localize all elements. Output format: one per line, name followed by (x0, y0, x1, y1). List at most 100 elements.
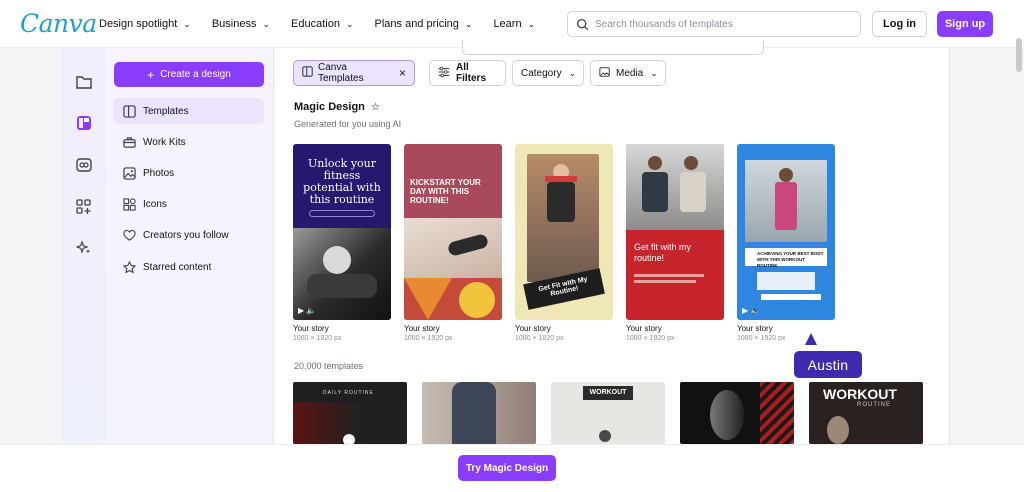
login-button[interactable]: Log in (872, 11, 927, 37)
search-box[interactable] (567, 11, 861, 37)
category-label: Category (521, 67, 562, 79)
template-count: 20,000 templates (294, 361, 364, 371)
template-card[interactable]: ACHIEVING YOUR BEST BODY WITH THIS WORKO… (737, 144, 835, 342)
thumbnail-headline: Unlock your fitness potential with this … (303, 157, 381, 206)
sidebar-item-photos[interactable]: Photos (114, 160, 264, 186)
grid-item-text: WORKOUT (823, 386, 897, 402)
star-outline-icon[interactable]: ☆ (371, 102, 380, 113)
card-title: Your story (404, 324, 440, 333)
category-dropdown[interactable]: Category ⌄ (512, 60, 584, 86)
brand-icon[interactable] (73, 154, 95, 176)
folder-icon[interactable] (73, 71, 95, 93)
sidebar-item-work-kits[interactable]: Work Kits (114, 129, 264, 155)
all-filters-button[interactable]: All Filters (429, 60, 506, 86)
template-thumbnail[interactable]: KICKSTART YOUR DAY WITH THIS ROUTINE! (404, 144, 502, 320)
search-icon (576, 18, 589, 30)
menu-label: Business (211, 18, 257, 30)
briefcase-icon (122, 135, 136, 149)
magic-design-subtitle: Generated for you using AI (294, 119, 402, 129)
photo-icon (122, 166, 136, 180)
template-grid-item[interactable] (680, 382, 794, 444)
chevron-down-icon: ⌄ (527, 18, 536, 29)
template-thumbnail[interactable]: Get Fit with My Routine! (515, 144, 613, 320)
sidebar-item-creators[interactable]: Creators you follow (114, 222, 264, 248)
menu-label: Plans and pricing (374, 18, 459, 30)
template-icon (122, 104, 136, 118)
play-icon[interactable]: ▶ 🔈 (298, 306, 316, 315)
template-thumbnail[interactable]: Get fit with my routine! (626, 144, 724, 320)
menu-business[interactable]: Business ⌄ (212, 0, 270, 48)
thumbnail-photo (626, 144, 724, 230)
thumbnail-photo (404, 218, 502, 278)
canva-logo[interactable]: Canva (20, 9, 97, 38)
filter-chip-canva-templates[interactable]: Canva Templates × (293, 60, 415, 86)
signup-button[interactable]: Sign up (937, 11, 993, 37)
menu-education[interactable]: Education ⌄ (291, 0, 353, 48)
template-card[interactable]: Get Fit with My Routine! Your story 1080… (515, 144, 613, 342)
template-card[interactable]: KICKSTART YOUR DAY WITH THIS ROUTINE! Yo… (404, 144, 502, 342)
chevron-down-icon: ⌄ (262, 18, 271, 29)
sidebar-item-starred[interactable]: Starred content (114, 254, 264, 280)
create-design-button[interactable]: + Create a design (114, 62, 264, 87)
card-size: 1080 × 1920 px (404, 335, 453, 342)
star-icon (122, 260, 136, 274)
sidebar-item-icons[interactable]: Icons (114, 191, 264, 217)
card-title: Your story (293, 324, 329, 333)
sidebar-item-label: Templates (143, 105, 189, 117)
card-title: Your story (515, 324, 551, 333)
menu-label: Learn (493, 18, 522, 30)
thumbnail-pattern (404, 278, 502, 320)
media-label: Media (616, 67, 644, 79)
all-filters-label: All Filters (456, 62, 487, 84)
card-title: Your story (626, 324, 662, 333)
apps-icon[interactable] (73, 196, 95, 218)
templates-icon[interactable] (73, 112, 95, 134)
template-card[interactable]: Get fit with my routine! Your story 1080… (626, 144, 724, 342)
sidebar-item-label: Starred content (143, 261, 212, 273)
chevron-down-icon: ⌄ (183, 18, 191, 29)
media-dropdown[interactable]: Media ⌄ (590, 60, 666, 86)
magic-design-heading: Magic Design ☆ (294, 101, 380, 113)
template-icon (302, 66, 313, 80)
chevron-down-icon: ⌄ (464, 18, 473, 29)
template-thumbnail[interactable]: Unlock your fitness potential with this … (293, 144, 391, 320)
card-size: 1080 × 1920 px (626, 335, 675, 342)
sliders-icon (438, 66, 450, 81)
template-grid-item[interactable]: WORKOUT ROUTINE (809, 382, 923, 444)
plus-icon: + (147, 67, 155, 82)
try-magic-design-button[interactable]: Try Magic Design (458, 455, 556, 481)
template-card[interactable]: Unlock your fitness potential with this … (293, 144, 391, 342)
thumbnail-photo (527, 154, 599, 282)
create-design-label: Create a design (160, 69, 231, 80)
card-size: 1080 × 1920 px (515, 335, 564, 342)
main-content: Canva Templates × All Filters Category ⌄… (274, 40, 950, 444)
template-grid-item[interactable]: WORKOUT (551, 382, 665, 444)
grid-item-text: WORKOUT (583, 386, 633, 400)
scrolled-search-field[interactable] (462, 40, 764, 55)
media-icon (599, 66, 611, 81)
collaborator-label: Austin (794, 351, 862, 378)
menu-label: Design spotlight (99, 18, 178, 30)
thumbnail-photo (745, 160, 827, 242)
template-grid-item[interactable]: DAILY ROUTINE (293, 382, 407, 444)
menu-plans-pricing[interactable]: Plans and pricing ⌄ (375, 0, 473, 48)
sidebar-item-templates[interactable]: Templates (114, 98, 264, 124)
card-size: 1080 × 1920 px (293, 335, 342, 342)
close-icon[interactable]: × (399, 66, 406, 80)
left-rail (62, 48, 106, 444)
collaborator-cursor-icon (805, 333, 817, 345)
magic-icon[interactable] (73, 237, 95, 259)
sidebar-item-label: Photos (143, 167, 175, 179)
play-icon[interactable]: ▶ 🔈 (742, 306, 760, 315)
search-input[interactable] (595, 18, 835, 30)
template-grid-item[interactable] (422, 382, 536, 444)
sidebar-item-label: Creators you follow (143, 229, 229, 241)
menu-label: Education (291, 18, 340, 30)
thumbnail-headline: KICKSTART YOUR DAY WITH THIS ROUTINE! (410, 178, 481, 205)
thumbnail-headline: Get fit with my routine! (634, 242, 692, 263)
page-scrollbar[interactable] (1016, 38, 1022, 72)
menu-design-spotlight[interactable]: Design spotlight ⌄ (99, 0, 191, 48)
template-thumbnail[interactable]: ACHIEVING YOUR BEST BODY WITH THIS WORKO… (737, 144, 835, 320)
sidebar: + Create a design Templates Work Kits Pho… (106, 48, 274, 444)
shapes-icon (122, 197, 136, 211)
